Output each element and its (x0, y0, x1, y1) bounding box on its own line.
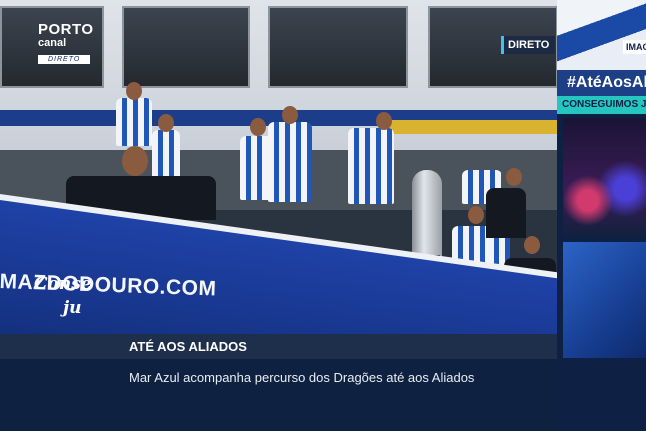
lower-third-subtitle: Mar Azul acompanha percurso dos Dragões … (129, 370, 475, 385)
rail-tag: IMAG (623, 40, 646, 54)
lower-third: ATÉ AOS ALIADOS Mar Azul acompanha percu… (0, 334, 557, 431)
lower-third-title: ATÉ AOS ALIADOS (129, 339, 247, 354)
player-head (158, 114, 174, 132)
player (348, 128, 394, 204)
rail-photo (563, 118, 646, 236)
player-head (126, 82, 142, 100)
player-head (468, 206, 484, 224)
rail-hashtag: #AtéAosAlia (557, 70, 646, 96)
rail-strip: CONSEGUIMOS JUN (557, 96, 646, 114)
logo-line1: PORTO (38, 21, 94, 38)
official-head (506, 168, 522, 186)
side-rail: IMAG #AtéAosAlia CONSEGUIMOS JUN (557, 0, 646, 431)
president-head (122, 146, 148, 176)
logo-line3: DIRETO (38, 55, 91, 64)
player (152, 130, 180, 180)
channel-logo: PORTO canal DIRETO (38, 22, 94, 65)
lower-third-title-bar (0, 334, 557, 359)
official (486, 188, 526, 238)
rail-card (563, 242, 646, 358)
logo-line2: canal (38, 37, 67, 49)
player-head (250, 118, 266, 136)
live-badge: DIRETO (501, 36, 556, 54)
rail-card-text: Conse (34, 274, 92, 294)
cabin-window (268, 6, 408, 88)
hull-stripe-yellow (380, 120, 557, 134)
official-head (524, 236, 540, 254)
rail-header-graphic (557, 0, 646, 70)
player-head (282, 106, 298, 124)
rail-card-text-2: ju (63, 298, 82, 318)
player (116, 98, 152, 146)
player (268, 122, 312, 202)
cabin-window (122, 6, 250, 88)
player-head (376, 112, 392, 130)
